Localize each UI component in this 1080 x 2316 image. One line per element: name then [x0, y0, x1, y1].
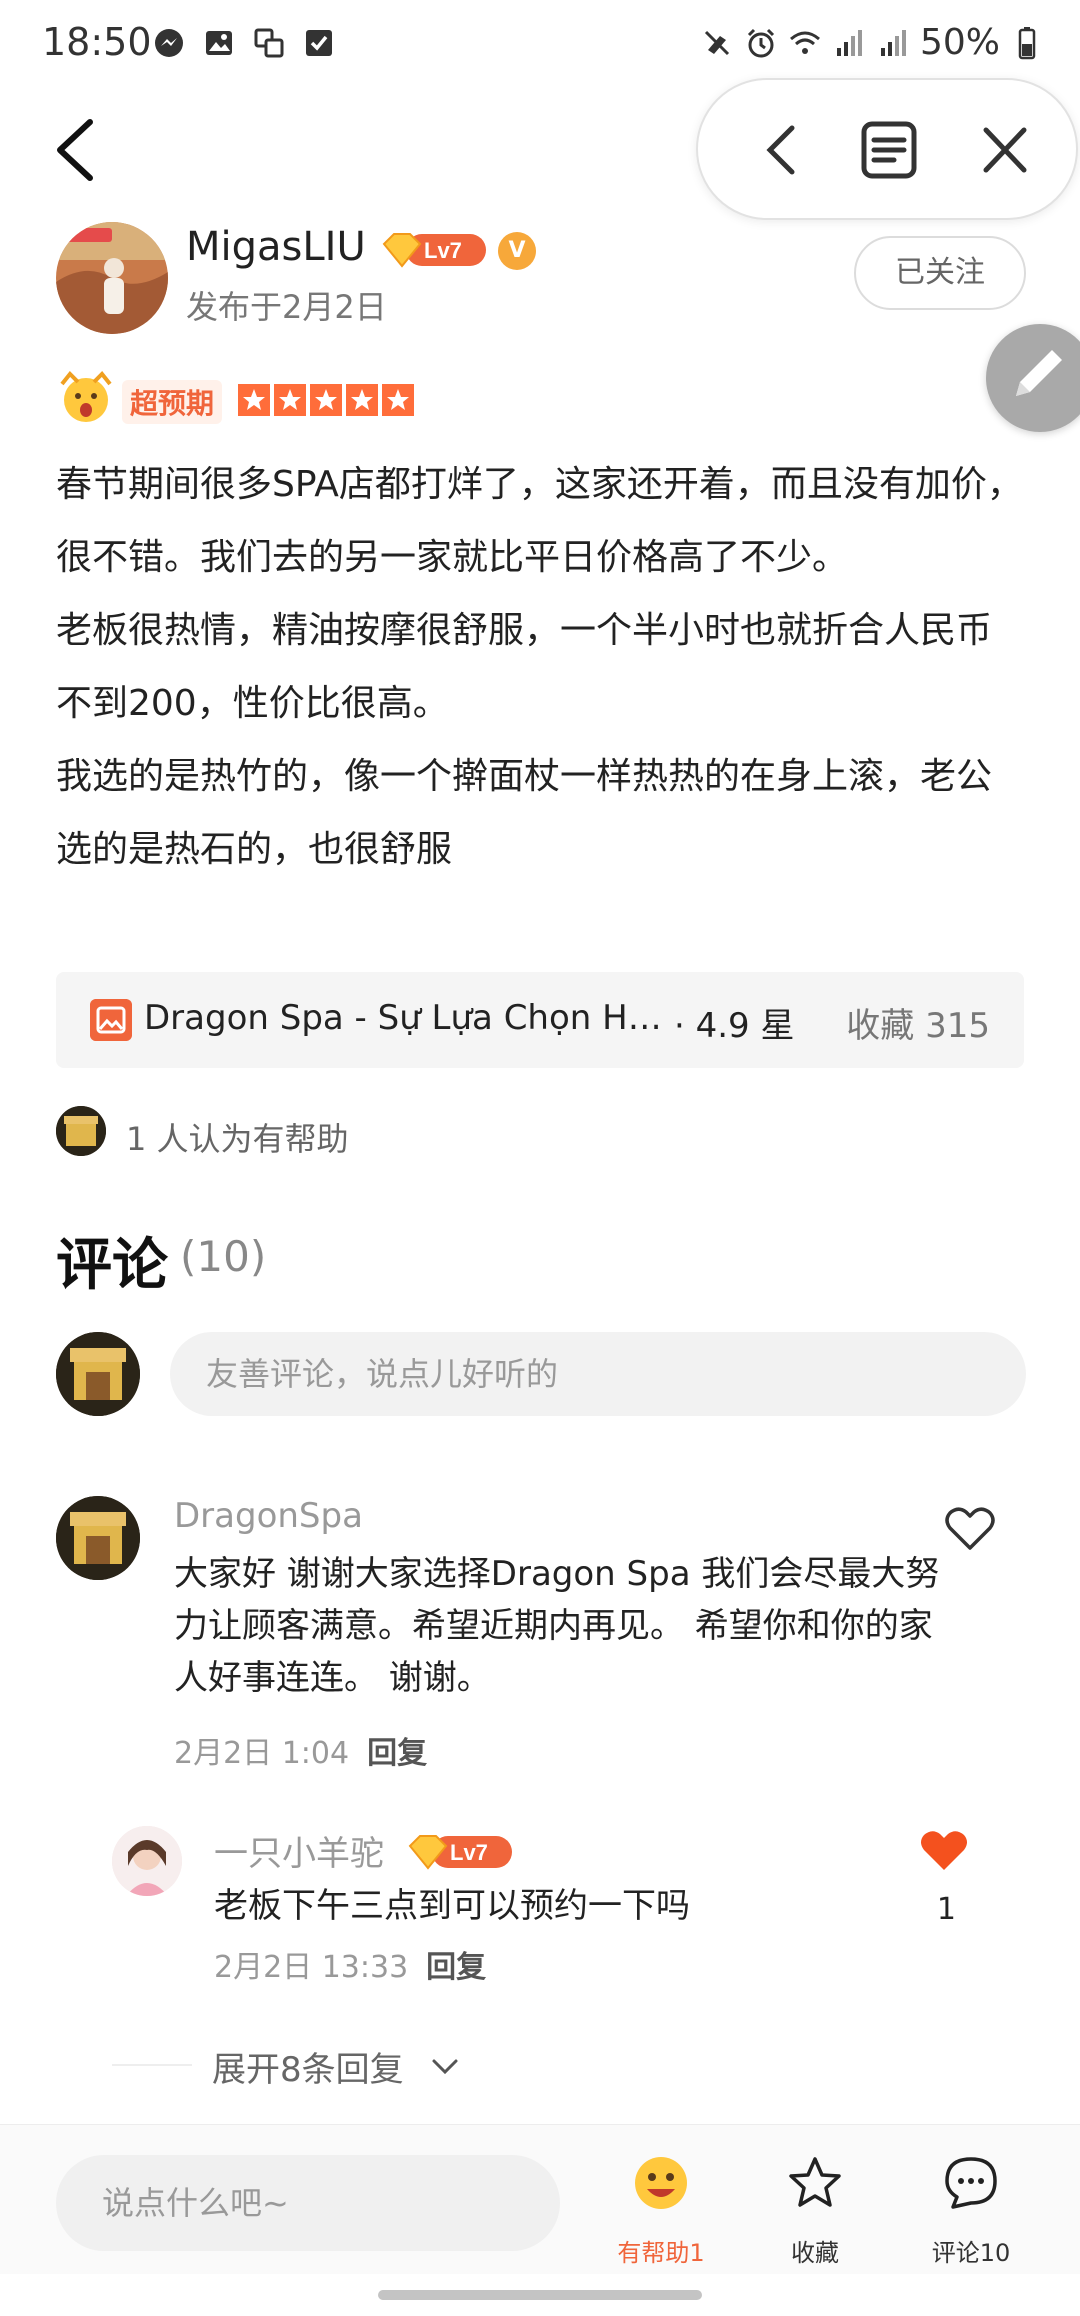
- author-row: MigasLIU Lv7 V 发布于2月2日 已关注: [56, 222, 1026, 334]
- comment-item: DragonSpa 大家好 谢谢大家选择Dragon Spa 我们会尽最大努力让…: [56, 1496, 1026, 1771]
- star-icon: [238, 384, 270, 416]
- post-paragraph: 春节期间很多SPA店都打烊了，这家还开着，而且没有加价，很不错。我们去的另一家就…: [56, 464, 1023, 578]
- signal-icon: [836, 29, 862, 56]
- chevron-down-icon: [432, 2059, 458, 2075]
- replier-avatar[interactable]: [112, 1826, 182, 1896]
- edit-button[interactable]: [986, 324, 1080, 432]
- bottom-action-bar: 说点什么吧~ 有帮助1 收藏 评论10: [0, 2124, 1080, 2274]
- level-badge: Lv7: [408, 1835, 512, 1870]
- system-icons: 50%: [700, 22, 1044, 63]
- helpful-button[interactable]: 有帮助1: [596, 2153, 726, 2267]
- reply-meta: 2月2日 13:33 回复: [214, 1942, 486, 1986]
- star-rating: [238, 384, 414, 416]
- back-chevron-icon[interactable]: [748, 114, 818, 186]
- comment-input[interactable]: 友善评论，说点儿好听的: [170, 1332, 1026, 1416]
- post-body: 春节期间很多SPA店都打烊了，这家还开着，而且没有加价，很不错。我们去的另一家就…: [56, 448, 1026, 886]
- battery-percentage: 50%: [919, 22, 1000, 63]
- star-icon: [346, 384, 378, 416]
- place-image-icon: [90, 999, 132, 1041]
- signal-icon: [880, 29, 906, 56]
- like-count: 1: [936, 1892, 956, 1927]
- battery-icon: [1018, 26, 1036, 59]
- reply-item: 一只小羊驼 Lv7 老板下午三点到可以预约一下吗 2月2日 13:33 回复 1: [112, 1826, 1026, 1996]
- level-badge: Lv7: [382, 233, 486, 268]
- poi-card[interactable]: Dragon Spa - Sự Lựa Chọn Ho... · 4.9 星 收…: [56, 972, 1024, 1068]
- back-button[interactable]: [48, 114, 104, 186]
- status-time: 18:50: [42, 20, 152, 64]
- wifi-icon: [790, 31, 820, 54]
- notification-icons: [152, 26, 336, 60]
- favorite-button[interactable]: 收藏: [750, 2153, 880, 2267]
- comment-button[interactable]: 评论10: [906, 2153, 1036, 2267]
- heart-filled-icon[interactable]: [918, 1826, 970, 1874]
- helpful-user-avatar[interactable]: [56, 1106, 106, 1156]
- reply-button[interactable]: 回复: [426, 1950, 486, 1985]
- helpful-count: 1 人认为有帮助: [126, 1120, 349, 1158]
- reader-mode-icon[interactable]: [854, 114, 924, 186]
- messenger-icon: [155, 29, 183, 57]
- post-paragraph: 老板很热情，精油按摩很舒服，一个半小时也就折合人民币不到200，性价比很高。: [56, 610, 993, 724]
- svg-text:Lv7: Lv7: [450, 1840, 488, 1865]
- no-sound-icon: [704, 30, 730, 55]
- poi-favorites: 收藏 315: [846, 1006, 990, 1046]
- author-avatar[interactable]: [56, 222, 168, 334]
- follow-button[interactable]: 已关注: [854, 236, 1026, 310]
- comment-bubble-icon: [945, 2157, 997, 2209]
- author-name[interactable]: MigasLIU: [186, 224, 366, 270]
- verified-badge: V: [498, 232, 536, 270]
- pencil-icon: [1016, 350, 1062, 396]
- star-icon: [382, 384, 414, 416]
- star-icon: [310, 384, 342, 416]
- post-date: 发布于2月2日: [186, 288, 387, 326]
- rating-row: 超预期: [56, 368, 656, 432]
- helpful-face-icon: [635, 2157, 687, 2209]
- expand-replies-label: 展开8条回复: [212, 2050, 404, 2090]
- favorite-label: 收藏: [791, 2239, 839, 2267]
- surprised-face-icon: [60, 371, 112, 422]
- close-icon[interactable]: [970, 114, 1040, 186]
- helpful-label: 有帮助1: [617, 2239, 705, 2267]
- reply-button[interactable]: 回复: [367, 1736, 427, 1771]
- checkbox-icon: [306, 30, 332, 56]
- reply-text: 老板下午三点到可以预约一下吗: [214, 1886, 690, 1926]
- helpful-row: 1 人认为有帮助: [56, 1106, 656, 1160]
- poi-rating: · 4.9 星: [674, 1006, 795, 1046]
- comments-count: (10): [180, 1232, 267, 1281]
- comment-meta: 2月2日 1:04 回复: [174, 1728, 427, 1772]
- heart-icon[interactable]: [944, 1504, 996, 1552]
- commenter-avatar[interactable]: [56, 1496, 140, 1580]
- translate-icon: [254, 28, 284, 58]
- bottom-comment-input[interactable]: 说点什么吧~: [56, 2155, 560, 2251]
- my-avatar: [56, 1332, 140, 1416]
- svg-text:Lv7: Lv7: [424, 238, 462, 263]
- star-icon: [789, 2157, 841, 2207]
- floating-navigation: [696, 78, 1078, 220]
- star-icon: [274, 384, 306, 416]
- poi-name: Dragon Spa - Sự Lựa Chọn Ho...: [144, 998, 664, 1038]
- replier-name[interactable]: 一只小羊驼: [214, 1826, 384, 1875]
- commenter-name[interactable]: DragonSpa: [174, 1496, 363, 1536]
- comment-text: 大家好 谢谢大家选择Dragon Spa 我们会尽最大努力让顾客满意。希望近期内…: [174, 1554, 940, 1698]
- rating-tag: 超预期: [122, 380, 223, 424]
- gesture-nav-bar[interactable]: [378, 2290, 702, 2300]
- divider: [112, 2064, 192, 2066]
- comment-input-row: 友善评论，说点儿好听的: [56, 1332, 1026, 1418]
- alarm-icon: [747, 28, 775, 57]
- comments-title: 评论: [56, 1233, 168, 1298]
- comment-label: 评论10: [931, 2239, 1011, 2267]
- post-paragraph: 我选的是热竹的，像一个擀面杖一样热热的在身上滚，老公选的是热石的，也很舒服: [56, 756, 993, 870]
- reply-date: 2月2日 13:33: [214, 1950, 409, 1985]
- comment-date: 2月2日 1:04: [174, 1736, 350, 1771]
- gallery-icon: [206, 31, 232, 55]
- expand-replies[interactable]: 展开8条回复: [112, 2040, 512, 2090]
